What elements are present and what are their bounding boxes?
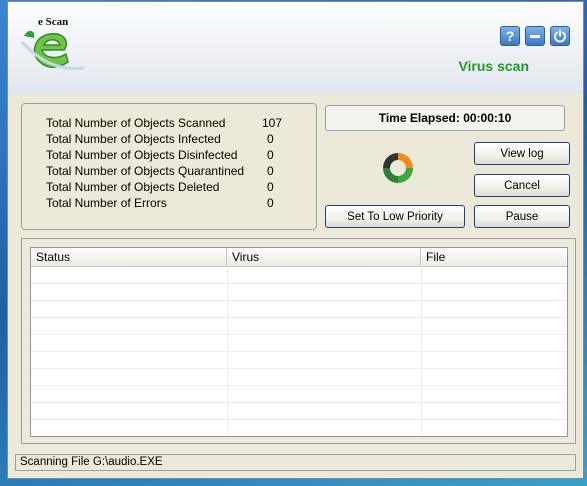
- stat-row: Total Number of Objects Scanned 107: [46, 116, 306, 131]
- row-divider: [31, 402, 567, 403]
- stat-value: 107: [262, 116, 283, 130]
- stat-label: Total Number of Objects Quarantined: [46, 164, 245, 178]
- stat-label: Total Number of Errors: [46, 196, 167, 210]
- row-divider: [31, 334, 567, 335]
- view-log-button[interactable]: View log: [474, 142, 570, 165]
- header: e Scan ? Virus scan: [8, 2, 583, 94]
- stat-value: 0: [267, 196, 274, 210]
- escan-logo-icon: e Scan: [20, 16, 90, 76]
- column-header-virus[interactable]: Virus: [227, 248, 421, 266]
- stat-value: 0: [267, 148, 274, 162]
- results-panel: Status Virus File: [21, 238, 576, 444]
- status-bar: Scanning File G:\audio.EXE: [15, 454, 576, 471]
- help-button[interactable]: ?: [500, 26, 520, 46]
- minimize-button[interactable]: [525, 26, 545, 46]
- low-priority-button[interactable]: Set To Low Priority: [325, 205, 465, 228]
- cancel-button[interactable]: Cancel: [474, 174, 570, 197]
- power-icon: [554, 29, 566, 43]
- stat-label: Total Number of Objects Disinfected: [46, 148, 238, 162]
- power-button[interactable]: [550, 26, 570, 46]
- help-icon: ?: [505, 28, 515, 44]
- stat-label: Total Number of Objects Deleted: [46, 180, 220, 194]
- stat-label: Total Number of Objects Scanned: [46, 116, 226, 130]
- row-divider: [31, 317, 567, 318]
- scan-controls-panel: Time Elapsed: 00:00:10 View log Cancel S…: [325, 103, 570, 228]
- row-divider: [31, 283, 567, 284]
- table-header: Status Virus File: [31, 248, 567, 267]
- escan-window: e Scan ? Virus scan Total Number of Obje…: [7, 1, 584, 479]
- stat-value: 0: [267, 180, 274, 194]
- minimize-icon: [530, 34, 540, 38]
- row-divider: [31, 300, 567, 301]
- stat-row: Total Number of Objects Quarantined 0: [46, 164, 306, 179]
- page-title: Virus scan: [458, 58, 529, 74]
- row-divider: [31, 419, 567, 420]
- column-header-status[interactable]: Status: [31, 248, 227, 266]
- row-divider: [31, 368, 567, 369]
- stat-row: Total Number of Objects Deleted 0: [46, 180, 306, 195]
- stat-row: Total Number of Errors 0: [46, 196, 306, 211]
- results-table[interactable]: Status Virus File: [30, 247, 568, 437]
- column-header-file[interactable]: File: [421, 248, 567, 266]
- scan-stats-panel: Total Number of Objects Scanned 107 Tota…: [21, 103, 317, 230]
- scan-spinner-icon: [383, 153, 413, 183]
- pause-button[interactable]: Pause: [474, 205, 570, 228]
- stat-row: Total Number of Objects Disinfected 0: [46, 148, 306, 163]
- row-divider: [31, 385, 567, 386]
- row-divider: [31, 351, 567, 352]
- stat-row: Total Number of Objects Infected 0: [46, 132, 306, 147]
- stat-value: 0: [267, 132, 274, 146]
- time-elapsed-display: Time Elapsed: 00:00:10: [325, 105, 565, 131]
- stat-label: Total Number of Objects Infected: [46, 132, 221, 146]
- stat-value: 0: [267, 164, 274, 178]
